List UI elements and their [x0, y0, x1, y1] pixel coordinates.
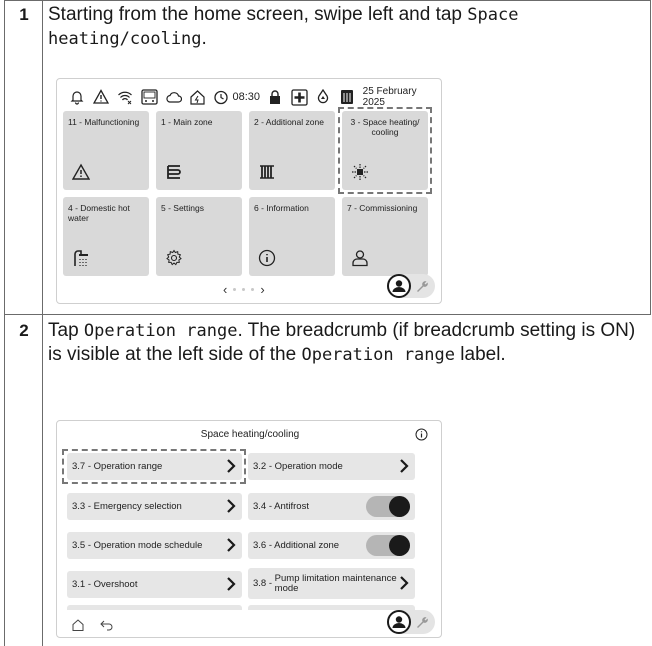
row-partial[interactable]	[67, 605, 242, 610]
antifrost-toggle[interactable]	[366, 496, 410, 517]
row-label-prefix: 3.8 -	[253, 577, 275, 589]
user-icon[interactable]	[387, 274, 411, 298]
step-instruction: Tap Operation range. The breadcrumb (if …	[48, 319, 648, 367]
tile-label: 11 - Malfunctioning	[68, 117, 140, 127]
info-icon	[258, 249, 276, 267]
row-label: Pump limitation maintenance mode	[274, 572, 397, 594]
row-operation-mode-schedule[interactable]: 3.5 - Operation mode schedule	[67, 532, 242, 559]
instruction-text: .	[201, 28, 207, 49]
tile-main-zone[interactable]: 1 - Main zone	[156, 111, 242, 190]
home-icon[interactable]	[71, 618, 85, 632]
row-partial[interactable]	[248, 605, 415, 610]
tile-commissioning[interactable]: 7 - Commissioning	[342, 197, 428, 276]
row-label-line: Pump limitation maintenance	[274, 572, 397, 584]
row-emergency-selection[interactable]: 3.3 - Emergency selection	[67, 493, 242, 520]
page-dot	[233, 288, 237, 291]
row-label: 3.4 - Antifrost	[253, 501, 309, 512]
row-operation-mode[interactable]: 3.2 - Operation mode	[248, 453, 415, 480]
lock-icon	[267, 89, 284, 106]
instruction-text: label.	[455, 344, 506, 365]
chevron-right-icon	[400, 459, 409, 473]
row-label: 3.6 - Additional zone	[253, 540, 340, 551]
wifi-off-icon	[117, 89, 134, 106]
home-screen: 08:30 25 February 2025 11 - Malfunctioni…	[56, 78, 442, 304]
page-indicator[interactable]: ‹ ›	[223, 282, 265, 297]
home-energy-icon	[189, 89, 206, 106]
space-heating-screen: Space heating/cooling 3.7 - Operation ra…	[56, 420, 442, 638]
instruction-table: 1 Starting from the home screen, swipe l…	[0, 0, 652, 646]
info-icon[interactable]	[415, 428, 428, 441]
water-drop-icon	[315, 89, 332, 106]
outdoor-unit-icon	[339, 89, 356, 106]
screen-title: Space heating/cooling	[200, 429, 300, 440]
installer-icon	[352, 250, 368, 267]
back-icon[interactable]	[99, 619, 114, 631]
radiator-floor-icon	[167, 165, 181, 179]
row-overshoot[interactable]: 3.1 - Overshoot	[67, 571, 242, 598]
warning-icon	[93, 89, 110, 106]
row-additional-zone[interactable]: 3.6 - Additional zone	[248, 532, 415, 559]
instruction-text: Tap	[48, 320, 84, 341]
radiator-icon	[260, 165, 274, 179]
row-antifrost[interactable]: 3.4 - Antifrost	[248, 493, 415, 520]
timer-icon	[213, 89, 230, 106]
tile-label: 6 - Information	[254, 203, 309, 213]
page-dot	[251, 288, 255, 291]
user-switch[interactable]	[387, 274, 435, 298]
status-bar: 08:30 25 February 2025	[69, 86, 441, 108]
tile-label: 7 - Commissioning	[347, 203, 418, 213]
chevron-right-icon	[227, 577, 236, 591]
chevron-right-icon	[227, 499, 236, 513]
booster-heater-icon	[291, 88, 308, 106]
step-number: 1	[19, 5, 29, 24]
chevron-right-icon	[227, 538, 236, 552]
wrench-icon[interactable]	[415, 615, 429, 629]
tile-settings[interactable]: 5 - Settings	[156, 197, 242, 276]
user-icon[interactable]	[387, 610, 411, 634]
bell-icon	[69, 89, 86, 106]
row-label: 3.5 - Operation mode schedule	[72, 540, 203, 551]
instruction-text: Starting from the home screen, swipe lef…	[48, 4, 468, 25]
toggle-knob	[389, 496, 410, 517]
cloud-icon	[165, 89, 182, 106]
tile-malfunctioning[interactable]: 11 - Malfunctioning	[63, 111, 149, 190]
user-switch[interactable]	[387, 610, 435, 634]
chevron-right-icon	[400, 576, 409, 590]
warning-icon	[72, 163, 90, 180]
step-instruction: Starting from the home screen, swipe lef…	[48, 3, 648, 51]
shower-icon	[74, 250, 88, 266]
row-label: 3.1 - Overshoot	[72, 579, 138, 590]
pager-prev-icon[interactable]: ‹	[223, 282, 227, 297]
page-dot	[242, 288, 246, 291]
tile-label: 1 - Main zone	[161, 117, 213, 127]
tile-label: 5 - Settings	[161, 203, 204, 213]
row-pump-limitation[interactable]: 3.8 - Pump limitation maintenance mode	[248, 568, 415, 599]
status-time: 08:30	[232, 91, 261, 103]
toggle-knob	[389, 535, 410, 556]
row-label: 3.2 - Operation mode	[253, 461, 343, 472]
gear-icon	[166, 249, 182, 266]
tile-label: 4 - Domestic hot water	[68, 203, 130, 223]
step-number: 2	[19, 321, 29, 340]
control-unit-icon	[140, 89, 158, 106]
tile-additional-zone[interactable]: 2 - Additional zone	[249, 111, 335, 190]
wrench-icon[interactable]	[415, 279, 429, 293]
highlight-frame	[338, 107, 432, 194]
additional-zone-toggle[interactable]	[366, 535, 410, 556]
pager-next-icon[interactable]: ›	[260, 282, 264, 297]
highlight-frame	[62, 449, 246, 484]
instruction-code: Operation range	[301, 345, 455, 365]
tile-label: 2 - Additional zone	[254, 117, 324, 127]
row-label: 3.3 - Emergency selection	[72, 501, 182, 512]
tile-domestic-hot-water[interactable]: 4 - Domestic hot water	[63, 197, 149, 276]
row-label-line: mode	[274, 582, 299, 594]
instruction-code: Operation range	[83, 321, 238, 341]
tile-information[interactable]: 6 - Information	[249, 197, 335, 276]
status-date: 25 February 2025	[362, 86, 417, 108]
